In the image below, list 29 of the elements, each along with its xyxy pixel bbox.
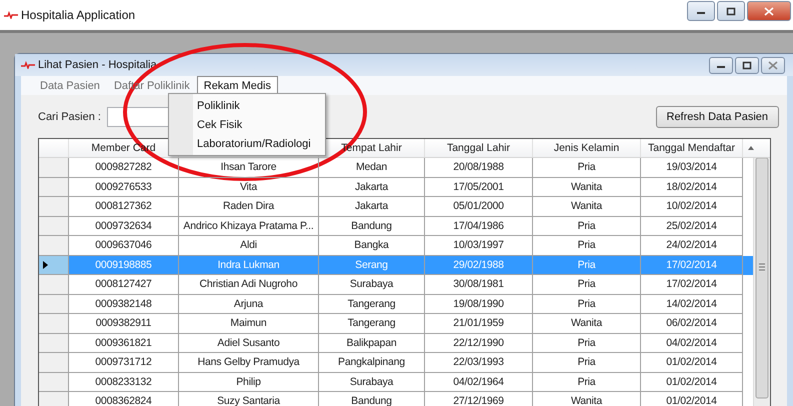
dropdown-item[interactable]: Poliklinik [169, 96, 325, 115]
column-header[interactable]: Tanggal Mendaftar [641, 139, 743, 157]
app-logo-icon [4, 11, 18, 19]
dropdown-item[interactable]: Cek Fisik [169, 115, 325, 134]
minimize-button[interactable] [709, 56, 733, 74]
window-title: Hospitalia Application [21, 8, 136, 22]
menu-item[interactable]: Data Pasien [33, 76, 107, 95]
vertical-scrollbar[interactable] [753, 158, 770, 406]
column-header[interactable]: Tanggal Lahir [425, 139, 533, 157]
refresh-button[interactable]: Refresh Data Pasien [656, 106, 779, 128]
minimize-button[interactable] [687, 1, 715, 21]
search-label: Cari Pasien : [38, 111, 101, 123]
app-logo-icon [21, 61, 35, 69]
maximize-button[interactable] [735, 56, 759, 74]
close-icon [768, 60, 778, 70]
child-window-title: Lihat Pasien - Hospitalia [38, 59, 157, 71]
table-cell: 01/02/2014 [641, 392, 743, 406]
current-row-icon [43, 260, 48, 269]
table-cell: 0008362824 [69, 392, 179, 406]
close-icon [764, 6, 774, 16]
scroll-up-icon[interactable] [748, 146, 754, 150]
maximize-button[interactable] [717, 1, 745, 21]
table-cell: 27/12/1969 [425, 392, 533, 406]
close-button[interactable] [747, 1, 791, 21]
table-cell: Wanita [533, 392, 641, 406]
row-header[interactable] [39, 256, 69, 275]
maximize-icon [726, 6, 736, 16]
maximize-icon [742, 60, 752, 70]
column-header[interactable]: Jenis Kelamin [533, 139, 641, 157]
